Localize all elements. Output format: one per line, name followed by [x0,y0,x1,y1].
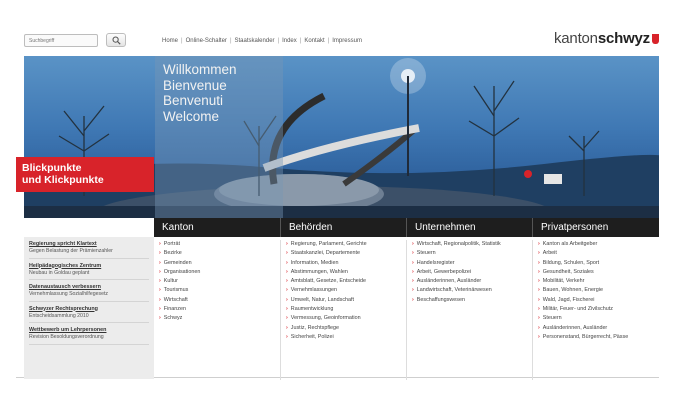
link-arbeitgeber[interactable]: Kanton als Arbeitgeber [538,240,659,249]
link-finanzen[interactable]: Finanzen [159,305,280,314]
news-text: Gegen Belastung der Prämienzahler [29,248,113,254]
category-privatpersonen[interactable]: Privatpersonen [532,218,659,237]
nav-index[interactable]: Index [282,38,297,44]
search-icon [112,36,121,45]
link-gesundheit[interactable]: Gesundheit, Soziales [538,268,659,277]
hero-banner: Willkommen Bienvenue Benvenuti Welcome [24,56,659,218]
nav-online-schalter[interactable]: Online-Schalter [186,38,227,44]
link-wald[interactable]: Wald, Jagd, Fischerei [538,296,659,305]
welcome-german: Willkommen [163,62,237,77]
behoerden-links: Regierung, Parlament, Gerichte Staatskan… [280,240,406,380]
link-schwyz[interactable]: Schwyz [159,314,280,323]
nav-separator: | [299,38,302,44]
link-vermessung[interactable]: Vermessung, Geoinformation [286,314,406,323]
news-title[interactable]: Wettbewerb um Lehrpersonen [29,327,149,334]
nav-kontakt[interactable]: Kontakt [304,38,324,44]
link-gemeinden[interactable]: Gemeinden [159,259,280,268]
link-auslaender[interactable]: Ausländerinnen, Ausländer [412,277,532,286]
link-information[interactable]: Information, Medien [286,259,406,268]
kanton-links: Porträt Bezirke Gemeinden Organisationen… [154,240,280,380]
welcome-italian: Benvenuti [163,93,224,108]
news-title[interactable]: Heilpädagogisches Zentrum [29,263,149,270]
link-beschaffungswesen[interactable]: Beschaffungswesen [412,296,532,305]
category-behoerden[interactable]: Behörden [280,218,406,237]
news-title[interactable]: Schwyzer Rechtsprechung [29,306,149,313]
nav-home[interactable]: Home [162,38,178,44]
link-mobilitaet[interactable]: Mobilität, Verkehr [538,277,659,286]
welcome-english: Welcome [163,108,220,124]
news-text: Neubau in Goldau geplant [29,269,90,276]
feature-title-line1: Blickpunkte [22,162,82,174]
link-sicherheit[interactable]: Sicherheit, Polizei [286,333,406,342]
category-kanton[interactable]: Kanton [154,218,280,237]
feature-box[interactable]: Blickpunkte und Klickpunkte [16,157,154,192]
link-umwelt[interactable]: Umwelt, Natur, Landschaft [286,296,406,305]
news-text: Vernehmlassung Sozialhilfegesetz [29,291,109,297]
news-item[interactable]: Schwyzer Rechtsprechung Entscheidsammlun… [29,306,149,323]
link-steuern[interactable]: Steuern [412,249,532,258]
link-portraet[interactable]: Porträt [159,240,280,249]
link-regierung[interactable]: Regierung, Parlament, Gerichte [286,240,406,249]
link-organisationen[interactable]: Organisationen [159,268,280,277]
coat-of-arms-icon [652,34,659,44]
link-raumentwicklung[interactable]: Raumentwicklung [286,305,406,314]
feature-title-line2: und Klickpunkte [22,174,104,186]
link-arbeit[interactable]: Arbeit [538,249,659,258]
link-steuern-privat[interactable]: Steuern [538,314,659,323]
welcome-panel: Willkommen Bienvenue Benvenuti Welcome [155,56,283,218]
link-justiz[interactable]: Justiz, Rechtspflege [286,324,406,333]
page: Home|Online-Schalter|Staatskalender|Inde… [16,18,659,380]
news-title[interactable]: Datenaustausch verbessern [29,284,149,291]
top-navigation: Home | Online-Schalter | Staatskalender | Inde… [162,38,362,44]
link-amtsblatt[interactable]: Amtsblatt, Gesetze, Entscheide [286,277,406,286]
nav-separator: | [327,38,330,44]
link-kultur[interactable]: Kultur [159,277,280,286]
link-bauen[interactable]: Bauen, Wohnen, Energie [538,286,659,295]
news-text: Entscheidsammlung 2010 [29,312,89,319]
privatpersonen-links: Kanton als Arbeitgeber Arbeit Bildung, S… [532,240,659,380]
hero-scene-image [24,58,659,218]
unternehmen-links: Wirtschaft, Regionalpolitik, Statistik S… [406,240,532,380]
link-landwirtschaft[interactable]: Landwirtschaft, Veterinärwesen [412,286,532,295]
news-column: Regierung spricht Klartext Gegen Belastu… [24,237,154,379]
link-arbeit-gewerbepolizei[interactable]: Arbeit, Gewerbepolizei [412,268,532,277]
category-unternehmen[interactable]: Unternehmen [406,218,532,237]
link-handelsregister[interactable]: Handelsregister [412,259,532,268]
news-text: Revision Besoldungsverordnung [29,334,104,340]
link-wirtschaft-regionalpolitik[interactable]: Wirtschaft, Regionalpolitik, Statistik [412,240,532,249]
site-logo[interactable]: kantonschwyz [554,30,659,47]
welcome-french: Bienvenue [163,77,227,93]
link-militaer[interactable]: Militär, Feuer- und Zivilschutz [538,305,659,314]
link-bezirke[interactable]: Bezirke [159,249,280,258]
nav-separator: | [229,38,232,44]
link-tourismus[interactable]: Tourismus [159,286,280,295]
news-item[interactable]: Heilpädagogisches Zentrum Neubau in Gold… [29,263,149,280]
link-staatskanzlei[interactable]: Staatskanzlei, Departemente [286,249,406,258]
link-wirtschaft[interactable]: Wirtschaft [159,296,280,305]
nav-staatskalender[interactable]: Staatskalender [235,38,275,44]
link-auslaender-privat[interactable]: Ausländerinnen, Ausländer [538,324,659,333]
news-item[interactable]: Wettbewerb um Lehrpersonen Revision Beso… [29,327,149,345]
link-vernehmlassungen[interactable]: Vernehmlassungen [286,286,406,295]
news-title[interactable]: Regierung spricht Klartext [29,241,149,248]
nav-separator: | [277,38,280,44]
link-abstimmungen[interactable]: Abstimmungen, Wahlen [286,268,406,277]
news-item[interactable]: Regierung spricht Klartext Gegen Belastu… [29,241,149,259]
logo-text-light: kanton [553,30,598,47]
search-input[interactable] [24,34,98,47]
nav-separator: | [181,38,183,44]
link-personenstand[interactable]: Personenstand, Bürgerrecht, Pässe [538,333,659,342]
news-item[interactable]: Datenaustausch verbessern Vernehmlassung… [29,284,149,302]
logo-text-bold: schwyz [597,30,650,47]
category-bar: Kanton Behörden Unternehmen Privatperson… [154,218,659,237]
nav-impressum[interactable]: Impressum [332,38,362,44]
link-bildung[interactable]: Bildung, Schulen, Sport [538,259,659,268]
search-button[interactable] [106,33,126,47]
